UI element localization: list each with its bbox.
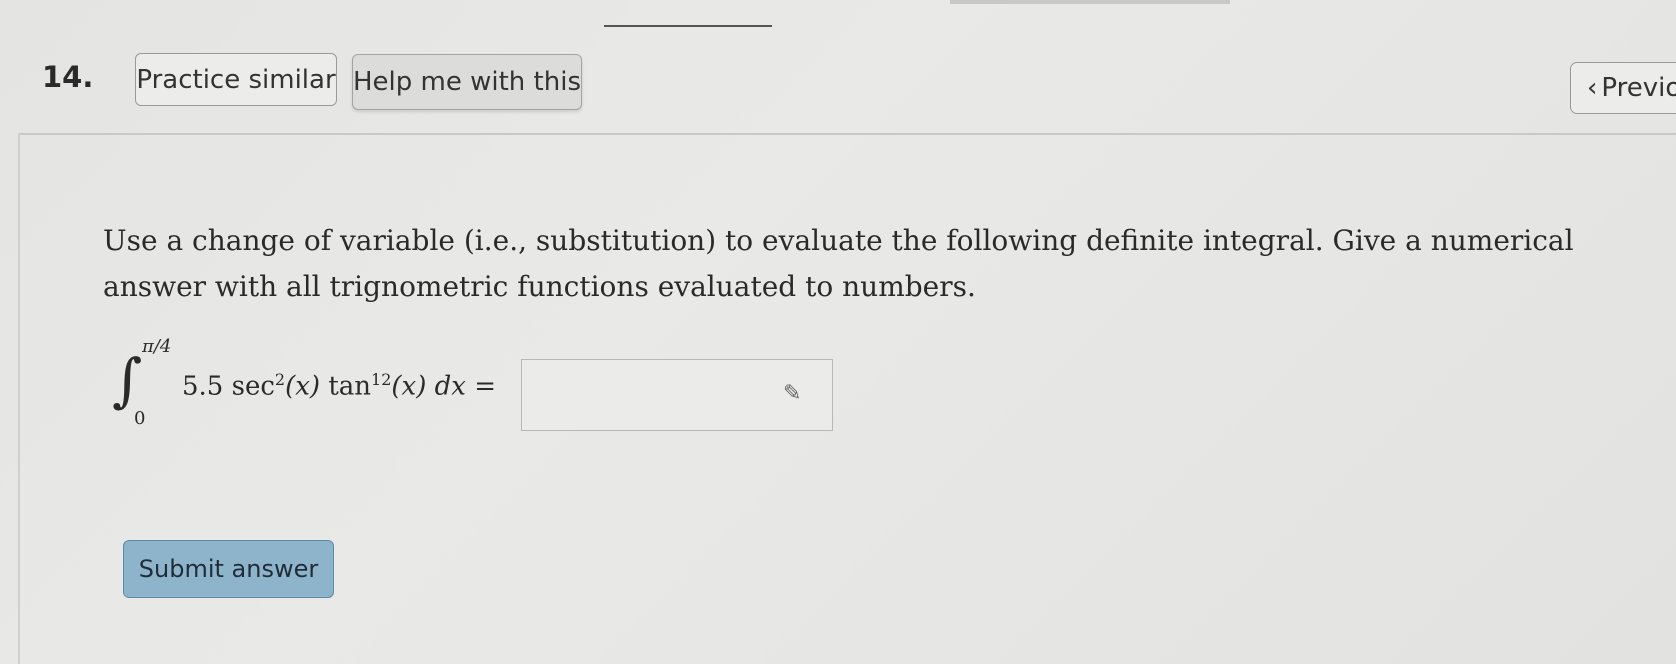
nav-underline xyxy=(604,25,772,27)
sec-exponent: 2 xyxy=(274,370,286,389)
previous-label: Previo xyxy=(1601,73,1676,103)
tan-argument: (x) xyxy=(391,371,427,402)
question-number: 14. xyxy=(42,60,94,94)
chevron-left-icon: ‹ xyxy=(1587,73,1598,103)
upper-limit: π/4 xyxy=(142,336,172,357)
previous-button[interactable]: ‹ Previo xyxy=(1570,62,1676,114)
tan-function: tan xyxy=(328,371,372,402)
submit-answer-button[interactable]: Submit answer xyxy=(123,540,334,598)
panel-edge xyxy=(18,133,20,664)
tan-exponent: 12 xyxy=(371,370,392,389)
lower-limit: 0 xyxy=(134,408,146,429)
coefficient: 5.5 xyxy=(182,371,224,402)
integrand: 5.5 sec2(x) tan12(x) dx = xyxy=(182,370,496,402)
equals-sign: = xyxy=(474,371,496,402)
practice-similar-button[interactable]: Practice similar xyxy=(135,53,337,106)
pencil-icon[interactable]: ✎ xyxy=(783,381,801,406)
sec-argument: (x) xyxy=(285,371,321,402)
header-divider xyxy=(20,133,1676,135)
header-edge xyxy=(950,0,1230,4)
help-me-button[interactable]: Help me with this xyxy=(352,54,582,110)
question-text: Use a change of variable (i.e., substitu… xyxy=(103,224,1574,303)
sec-function: sec xyxy=(231,371,275,402)
differential: dx xyxy=(434,371,466,402)
